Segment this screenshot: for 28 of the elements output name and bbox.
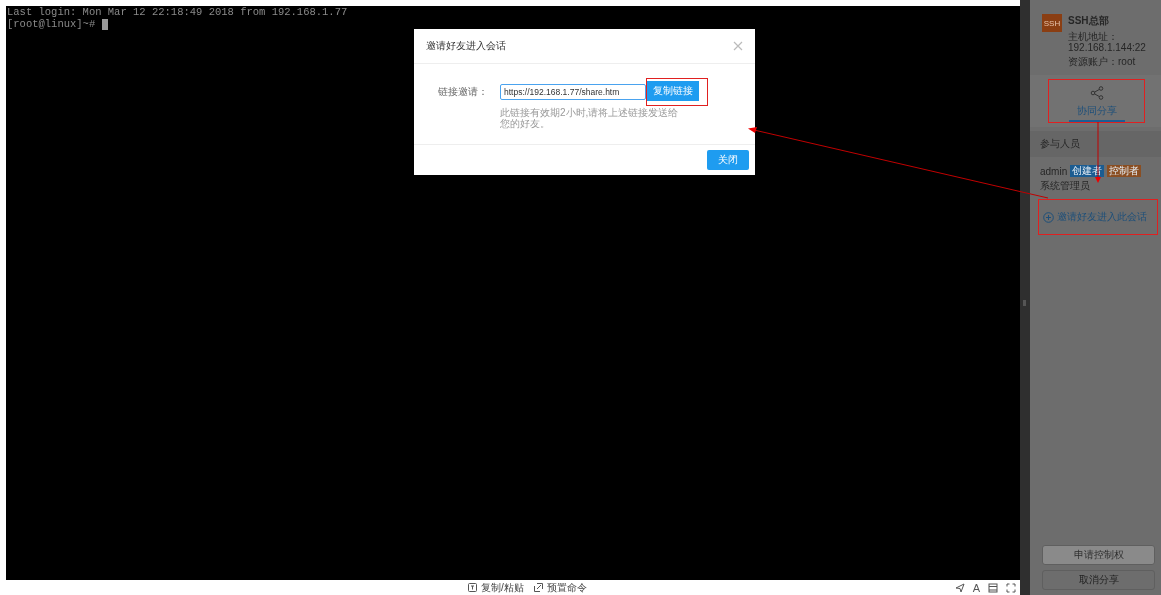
toolbar-button[interactable]: 复制/粘贴 (468, 580, 524, 595)
cursor-icon (101, 18, 108, 30)
share-icon (1089, 86, 1104, 100)
clipboard-icon (468, 583, 477, 592)
ssh-badge: SSH (1042, 14, 1062, 32)
role-tag: 控制者 (1107, 165, 1142, 177)
plus-circle-icon (1043, 211, 1054, 223)
font-button[interactable]: A (972, 581, 980, 594)
session-name: SSH总部 (1068, 14, 1110, 28)
participant-role: 系统管理员 (1040, 179, 1091, 193)
action-button[interactable]: 取消分享 (1042, 570, 1155, 590)
paper-plane-icon[interactable] (954, 582, 965, 593)
terminal-line: Last login: Mon Mar 12 22:18:49 2018 from 192.168.1.77 (7, 6, 348, 18)
toolbar-button[interactable]: 预置命令 (533, 580, 587, 595)
dialog-title: 邀请好友进入会话 (426, 40, 506, 52)
fullscreen-icon[interactable] (1006, 582, 1016, 593)
role-tag: 创建者 (1070, 165, 1105, 177)
copy-link-button[interactable]: 复制链接 (647, 81, 699, 101)
window-icon[interactable] (988, 582, 998, 593)
hint-text: 此链接有效期2小时,请将上述链接发送给您的好友。 (500, 107, 680, 129)
terminal-screen[interactable]: Last login: Mon Mar 12 22:18:49 2018 from 192.168.1.77 [root@linux]~# 邀请好友进入会话 链接邀请： https://192.168.1.77/share.htm 复制链接 此链接有效期2小时,请将上述链接发送给您的好友。 关闭 (6, 6, 1020, 580)
link-field[interactable]: https://192.168.1.77/share.htm (500, 84, 646, 100)
command-icon (533, 583, 543, 592)
terminal-line: [root@linux]~# (7, 18, 97, 30)
close-button[interactable]: 关闭 (707, 150, 749, 170)
participant-name: admin (1040, 165, 1068, 177)
field-label: 链接邀请： (438, 86, 489, 98)
collapse-handle[interactable] (1023, 300, 1026, 306)
